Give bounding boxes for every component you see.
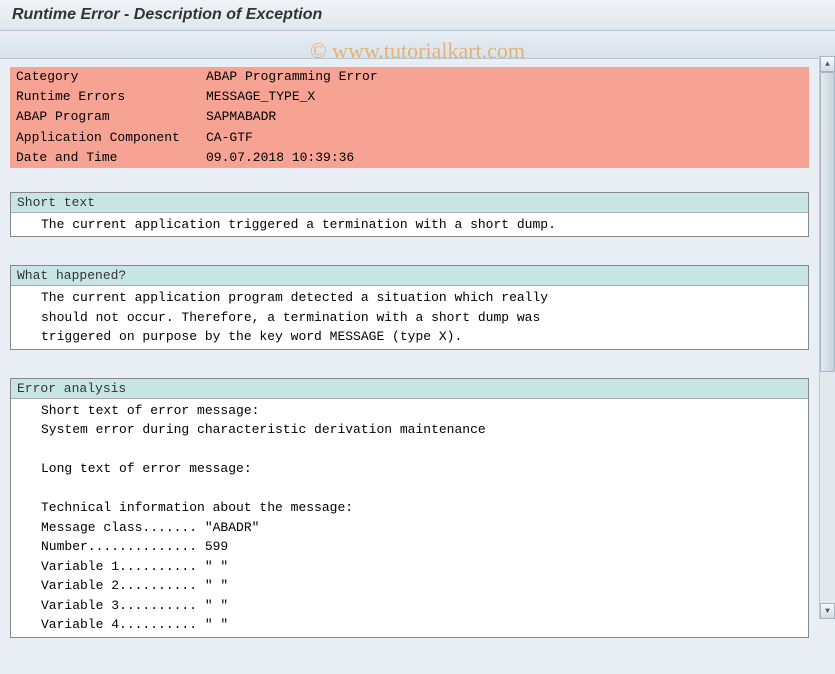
what-happened-section: What happened? The current application p… (10, 265, 809, 350)
section-header: What happened? (11, 266, 808, 286)
info-runtime-value: MESSAGE_TYPE_X (200, 87, 809, 107)
vertical-scrollbar[interactable]: ▲ ▼ (819, 56, 835, 619)
table-row: Runtime Errors MESSAGE_TYPE_X (10, 87, 809, 107)
error-analysis-section: Error analysis Short text of error messa… (10, 378, 809, 638)
toolbar (0, 31, 835, 59)
table-row: Category ABAP Programming Error (10, 67, 809, 87)
section-header: Error analysis (11, 379, 808, 399)
error-info-table: Category ABAP Programming Error Runtime … (10, 67, 809, 168)
info-runtime-label: Runtime Errors (10, 87, 200, 107)
section-body: The current application triggered a term… (11, 213, 808, 237)
content-area: Category ABAP Programming Error Runtime … (0, 59, 835, 674)
short-text-section: Short text The current application trigg… (10, 192, 809, 238)
info-datetime-label: Date and Time (10, 148, 200, 168)
info-category-label: Category (10, 67, 200, 87)
table-row: Date and Time 09.07.2018 10:39:36 (10, 148, 809, 168)
info-program-label: ABAP Program (10, 107, 200, 127)
info-component-value: CA-GTF (200, 128, 809, 148)
info-program-value: SAPMABADR (200, 107, 809, 127)
page-title: Runtime Error - Description of Exception (0, 0, 835, 31)
table-row: ABAP Program SAPMABADR (10, 107, 809, 127)
section-body: The current application program detected… (11, 286, 808, 349)
table-row: Application Component CA-GTF (10, 128, 809, 148)
section-header: Short text (11, 193, 808, 213)
scroll-down-button[interactable]: ▼ (820, 603, 835, 619)
section-body: Short text of error message: System erro… (11, 399, 808, 637)
info-datetime-value: 09.07.2018 10:39:36 (200, 148, 809, 168)
info-category-value: ABAP Programming Error (200, 67, 809, 87)
scrollbar-thumb[interactable] (820, 72, 835, 372)
info-component-label: Application Component (10, 128, 200, 148)
scroll-up-button[interactable]: ▲ (820, 56, 835, 72)
